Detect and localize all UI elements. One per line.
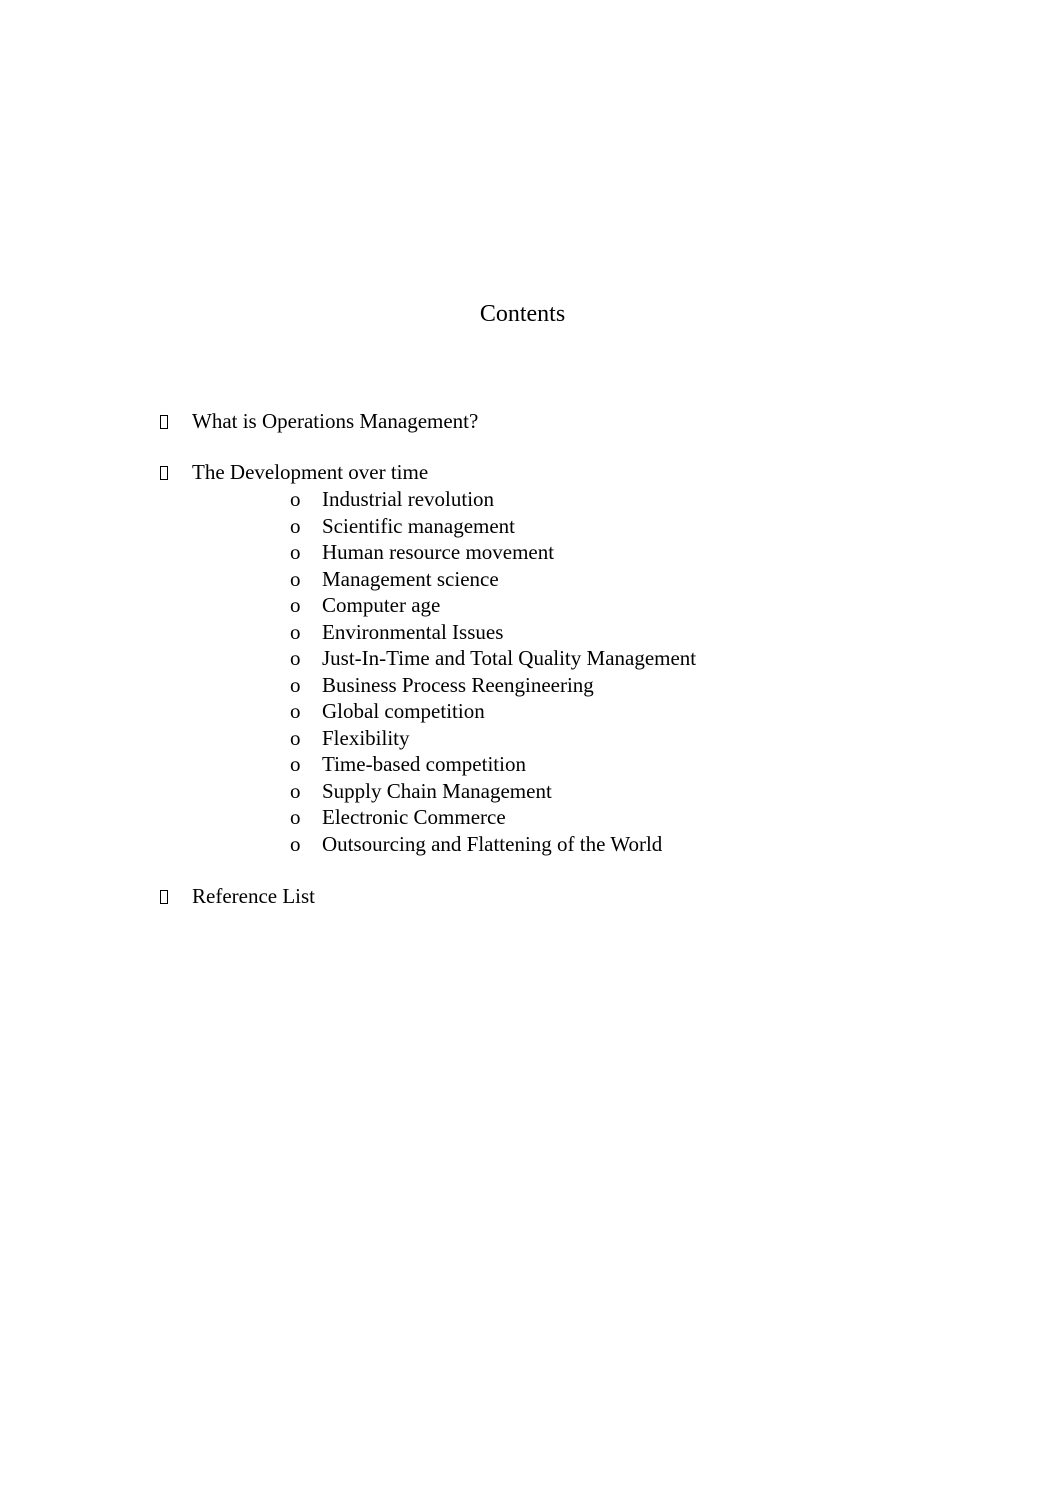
circle-bullet-icon: o <box>290 831 301 856</box>
bullet-icon <box>160 890 168 904</box>
circle-bullet-icon: o <box>290 513 301 538</box>
toc-subitem[interactable]: o Human resource movement <box>290 539 696 566</box>
toc-subitem[interactable]: o Time-based competition <box>290 751 696 778</box>
toc-subitem[interactable]: o Just-In-Time and Total Quality Manageme… <box>290 645 696 672</box>
toc-subitem[interactable]: o Supply Chain Management <box>290 778 696 805</box>
toc-item-reference-list[interactable]: Reference List <box>160 883 315 909</box>
circle-bullet-icon: o <box>290 566 301 591</box>
toc-subitem[interactable]: o Industrial revolution <box>290 486 696 513</box>
circle-bullet-icon: o <box>290 752 301 776</box>
toc-item-development[interactable]: The Development over time <box>160 459 428 485</box>
bullet-icon <box>160 415 168 429</box>
circle-bullet-icon: o <box>290 540 301 564</box>
toc-item-operations-management[interactable]: What is Operations Management? <box>160 408 478 434</box>
toc-subitem[interactable]: o Flexibility <box>290 725 696 752</box>
toc-subitem[interactable]: o Global competition <box>290 698 696 725</box>
toc-subitem[interactable]: o Computer age <box>290 592 696 619</box>
toc-subitem[interactable]: o Outsourcing and Flattening of the World <box>290 831 696 858</box>
toc-subitem[interactable]: o Environmental Issues <box>290 619 696 646</box>
toc-item-label: What is Operations Management? <box>192 409 479 433</box>
circle-bullet-icon: o <box>290 725 301 750</box>
bullet-icon <box>160 466 168 480</box>
circle-bullet-icon: o <box>290 646 301 670</box>
contents-title: Contents <box>479 301 566 327</box>
circle-bullet-icon: o <box>290 672 301 697</box>
toc-subitem[interactable]: o Business Process Reengineering <box>290 672 696 699</box>
circle-bullet-icon: o <box>290 593 301 617</box>
toc-sublist: o Industrial revolution o Scientific manag… <box>290 486 696 857</box>
circle-bullet-icon: o <box>290 619 301 644</box>
circle-bullet-icon: o <box>290 699 301 723</box>
circle-bullet-icon: o <box>290 778 301 803</box>
toc-item-label: Reference List <box>192 884 316 908</box>
toc-subitem[interactable]: o Scientific management <box>290 513 696 540</box>
toc-item-label: The Development over time <box>192 460 429 484</box>
toc-subitem[interactable]: o Electronic Commerce <box>290 804 696 831</box>
circle-bullet-icon: o <box>290 805 301 829</box>
circle-bullet-icon: o <box>290 487 301 511</box>
toc-subitem[interactable]: o Management science <box>290 566 696 593</box>
